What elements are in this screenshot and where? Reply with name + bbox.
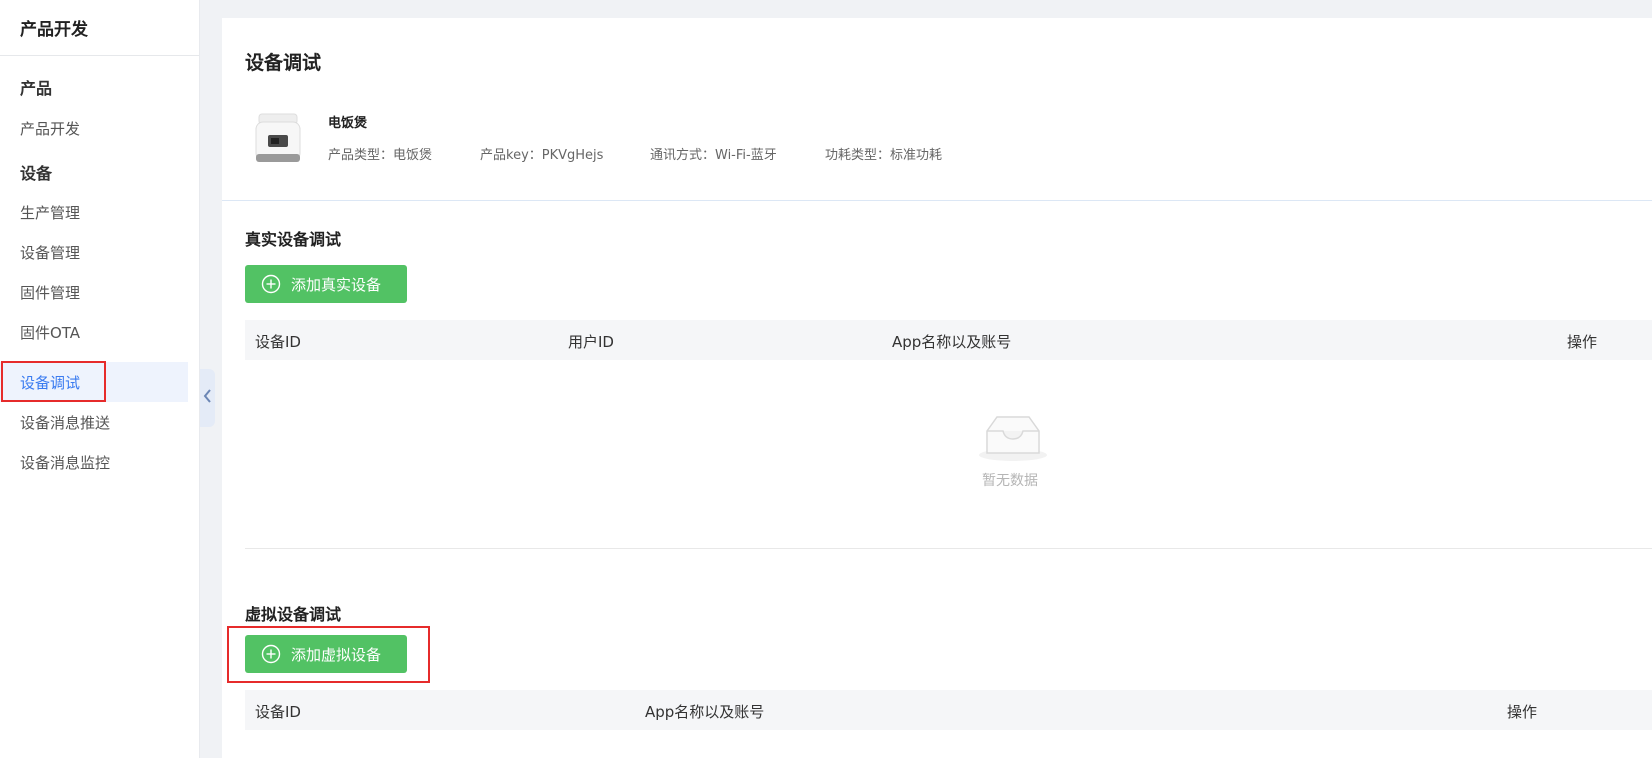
empty-state-text: 暂无数据: [982, 473, 1038, 489]
nav-group-product: 产品: [20, 79, 53, 98]
rice-cooker-image: [252, 108, 304, 168]
product-comm-method: 通讯方式：Wi-Fi-蓝牙: [650, 148, 777, 163]
add-virtual-device-button[interactable]: 添加虚拟设备: [245, 635, 407, 673]
header-divider: [222, 200, 1652, 201]
sidebar-item-message-push[interactable]: 设备消息推送: [0, 402, 188, 442]
column-header-app-account: App名称以及账号: [645, 703, 765, 721]
product-name: 电饭煲: [328, 116, 368, 131]
add-real-device-label: 添加真实设备: [291, 275, 382, 294]
sidebar-item-firmware-mgmt[interactable]: 固件管理: [0, 272, 188, 312]
sidebar-item-message-monitor[interactable]: 设备消息监控: [0, 442, 188, 482]
product-power-type: 功耗类型：标准功耗: [825, 148, 943, 163]
sidebar-item-product-dev[interactable]: 产品开发: [0, 108, 188, 148]
sidebar-collapse-toggle[interactable]: [200, 369, 215, 427]
nav-group-device: 设备: [20, 164, 53, 183]
virtual-device-table-header: 设备ID App名称以及账号 操作: [245, 690, 1652, 730]
product-type: 产品类型：电饭煲: [328, 148, 433, 163]
column-header-actions: 操作: [1507, 703, 1538, 721]
column-header-device-id: 设备ID: [255, 703, 301, 721]
empty-inbox-icon: [977, 411, 1049, 463]
column-header-actions: 操作: [1567, 333, 1598, 351]
sidebar-item-firmware-ota[interactable]: 固件OTA: [0, 312, 188, 352]
sidebar-item-production[interactable]: 生产管理: [0, 192, 188, 232]
sidebar: 产品开发 产品 产品开发 设备 生产管理 设备管理 固件管理 固件OTA 设备调…: [0, 0, 200, 758]
chevron-left-icon: [203, 388, 213, 408]
column-header-user-id: 用户ID: [568, 333, 614, 351]
section-divider: [245, 548, 1652, 549]
sidebar-item-device-mgmt[interactable]: 设备管理: [0, 232, 188, 272]
sidebar-title: 产品开发: [0, 0, 199, 56]
plus-circle-icon: [261, 644, 281, 664]
main-card: 设备调试 电饭煲 产品类型：电饭煲 产品key：PKVgHejs 通讯方式：Wi…: [222, 18, 1652, 758]
column-header-device-id: 设备ID: [255, 333, 301, 351]
page-title: 设备调试: [245, 52, 322, 74]
sidebar-item-device-debug[interactable]: 设备调试: [0, 362, 188, 402]
add-real-device-button[interactable]: 添加真实设备: [245, 265, 407, 303]
plus-circle-icon: [261, 274, 281, 294]
real-device-table-header: 设备ID 用户ID App名称以及账号 操作: [245, 320, 1652, 360]
column-header-app-account: App名称以及账号: [892, 333, 1012, 351]
real-device-section-title: 真实设备调试: [245, 230, 342, 249]
product-key: 产品key：PKVgHejs: [480, 148, 604, 163]
add-virtual-device-label: 添加虚拟设备: [291, 645, 382, 664]
virtual-device-section-title: 虚拟设备调试: [245, 605, 342, 624]
